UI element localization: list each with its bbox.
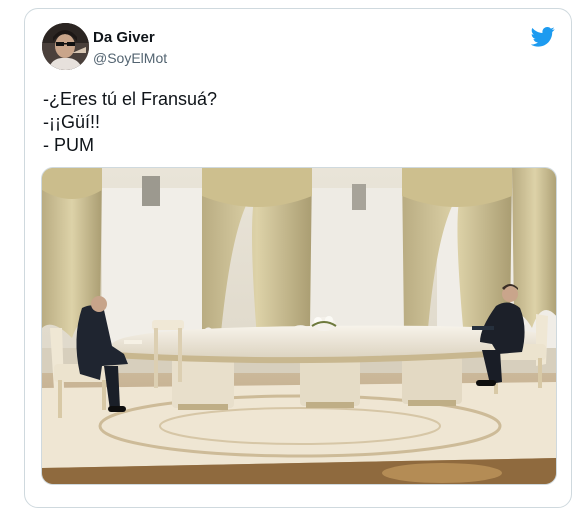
user-handle[interactable]: @SoyElMot bbox=[93, 50, 167, 66]
tweet-card[interactable]: Da Giver @SoyElMot -¿Eres tú el Fransuá?… bbox=[24, 8, 572, 508]
tweet-line-2: -¡¡Güí!! bbox=[43, 112, 100, 132]
photo-scene bbox=[42, 168, 556, 484]
twitter-bird-icon[interactable] bbox=[531, 27, 555, 47]
avatar-image bbox=[42, 23, 89, 70]
tweet-photo[interactable] bbox=[41, 167, 557, 485]
avatar[interactable] bbox=[42, 23, 89, 70]
display-name[interactable]: Da Giver bbox=[93, 29, 155, 46]
tweet-line-1: -¿Eres tú el Fransuá? bbox=[43, 89, 218, 109]
tweet-line-3: - PUM bbox=[43, 135, 94, 155]
tweet-text: -¿Eres tú el Fransuá? -¡¡Güí!! - PUM bbox=[43, 88, 217, 157]
